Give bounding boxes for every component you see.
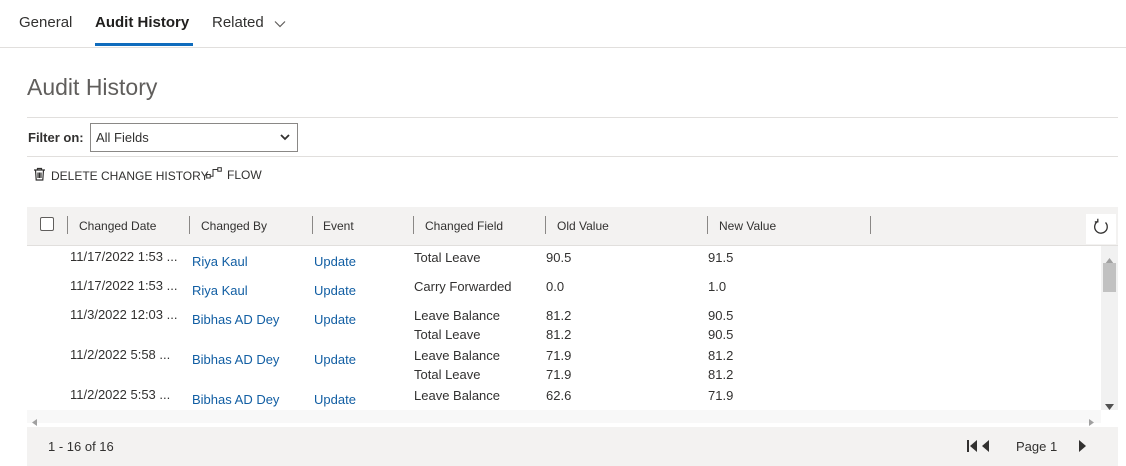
chevron-down-icon — [274, 15, 286, 32]
tab-related[interactable]: Related — [212, 14, 286, 32]
filter-select-value: All Fields — [96, 130, 149, 145]
column-divider — [870, 216, 871, 234]
new-value-cell: 90.5 — [708, 327, 734, 342]
column-header-changed-field[interactable]: Changed Field — [425, 219, 503, 233]
delete-change-history-label: DELETE CHANGE HISTORY — [51, 168, 209, 183]
event-link[interactable]: Update — [314, 312, 356, 327]
changed-date-cell: 11/3/2022 12:03 ... — [70, 307, 178, 322]
changed-by-link[interactable]: Bibhas AD Dey — [192, 392, 279, 407]
delete-change-history-button[interactable]: DELETE CHANGE HISTORY — [33, 167, 209, 184]
changed-date-cell: 11/17/2022 1:53 ... — [70, 249, 178, 264]
event-link[interactable]: Update — [314, 283, 356, 298]
new-value-cell: 81.2 — [708, 367, 734, 382]
column-divider — [545, 216, 546, 234]
page-label: Page 1 — [1016, 439, 1058, 454]
horizontal-scrollbar[interactable] — [27, 410, 1101, 426]
changed-field-cell: Carry Forwarded — [414, 279, 512, 294]
changed-field-cell: Total Leave — [414, 367, 481, 382]
column-header-event[interactable]: Event — [323, 219, 354, 233]
changed-date-cell: 11/2/2022 5:53 ... — [70, 387, 171, 402]
flow-icon — [206, 167, 227, 182]
changed-by-link[interactable]: Riya Kaul — [192, 254, 248, 269]
tab-bar: General Audit History Related — [0, 0, 1126, 48]
event-link[interactable]: Update — [314, 352, 356, 367]
scroll-down-arrow-icon[interactable] — [1105, 397, 1114, 415]
record-count: 1 - 16 of 16 — [48, 439, 114, 454]
tab-related-label: Related — [212, 14, 264, 31]
filter-label: Filter on: — [28, 130, 84, 145]
changed-field-cell: Total Leave — [414, 327, 481, 342]
old-value-cell: 71.9 — [546, 348, 572, 363]
old-value-cell: 81.2 — [546, 308, 572, 323]
column-header-old-value[interactable]: Old Value — [557, 219, 609, 233]
changed-field-cell: Leave Balance — [414, 388, 501, 403]
old-value-cell: 0.0 — [546, 279, 565, 294]
trash-icon — [33, 167, 51, 184]
tab-audit-history[interactable]: Audit History — [95, 14, 189, 31]
grid-rows: 11/17/2022 1:53 ... Riya Kaul Update Tot… — [27, 246, 1101, 410]
new-value-cell: 71.9 — [708, 388, 734, 403]
flow-label: FLOW — [227, 167, 262, 182]
divider — [27, 156, 1118, 157]
first-page-icon[interactable] — [967, 439, 993, 458]
event-link[interactable]: Update — [314, 254, 356, 269]
new-value-cell: 1.0 — [708, 279, 727, 294]
grid-header: Changed Date Changed By Event Changed Fi… — [27, 207, 1118, 246]
next-page-icon[interactable] — [1078, 439, 1088, 458]
changed-field-cell: Leave Balance — [414, 308, 501, 323]
active-tab-indicator — [95, 43, 193, 46]
column-divider — [67, 216, 68, 234]
filter-select[interactable]: All Fields — [90, 123, 298, 152]
changed-field-cell: Leave Balance — [414, 348, 501, 363]
chevron-down-icon — [279, 131, 291, 146]
changed-by-link[interactable]: Riya Kaul — [192, 283, 248, 298]
column-header-new-value[interactable]: New Value — [719, 219, 776, 233]
column-divider — [413, 216, 414, 234]
vertical-scrollbar[interactable] — [1101, 246, 1118, 410]
grid-footer: 1 - 16 of 16 Page 1 — [27, 427, 1118, 466]
select-all-checkbox[interactable] — [40, 217, 54, 231]
vertical-scroll-thumb[interactable] — [1103, 263, 1116, 292]
flow-button[interactable]: FLOW — [206, 167, 262, 182]
old-value-cell: 81.2 — [546, 327, 572, 342]
column-header-changed-date[interactable]: Changed Date — [79, 219, 156, 233]
changed-date-cell: 11/2/2022 5:58 ... — [70, 347, 171, 362]
divider — [27, 117, 1118, 118]
old-value-cell: 62.6 — [546, 388, 572, 403]
event-link[interactable]: Update — [314, 392, 356, 407]
changed-by-link[interactable]: Bibhas AD Dey — [192, 352, 279, 367]
changed-by-link[interactable]: Bibhas AD Dey — [192, 312, 279, 327]
column-divider — [707, 216, 708, 234]
new-value-cell: 81.2 — [708, 348, 734, 363]
old-value-cell: 71.9 — [546, 367, 572, 382]
changed-field-cell: Total Leave — [414, 250, 481, 265]
new-value-cell: 90.5 — [708, 308, 734, 323]
changed-date-cell: 11/17/2022 1:53 ... — [70, 278, 178, 293]
old-value-cell: 90.5 — [546, 250, 572, 265]
column-header-changed-by[interactable]: Changed By — [201, 219, 267, 233]
page-title: Audit History — [27, 74, 158, 100]
column-divider — [312, 216, 313, 234]
tab-general[interactable]: General — [19, 14, 72, 31]
column-divider — [189, 216, 190, 234]
refresh-icon — [1092, 218, 1110, 241]
new-value-cell: 91.5 — [708, 250, 734, 265]
refresh-button[interactable] — [1086, 214, 1116, 244]
audit-history-grid: Changed Date Changed By Event Changed Fi… — [27, 207, 1118, 466]
